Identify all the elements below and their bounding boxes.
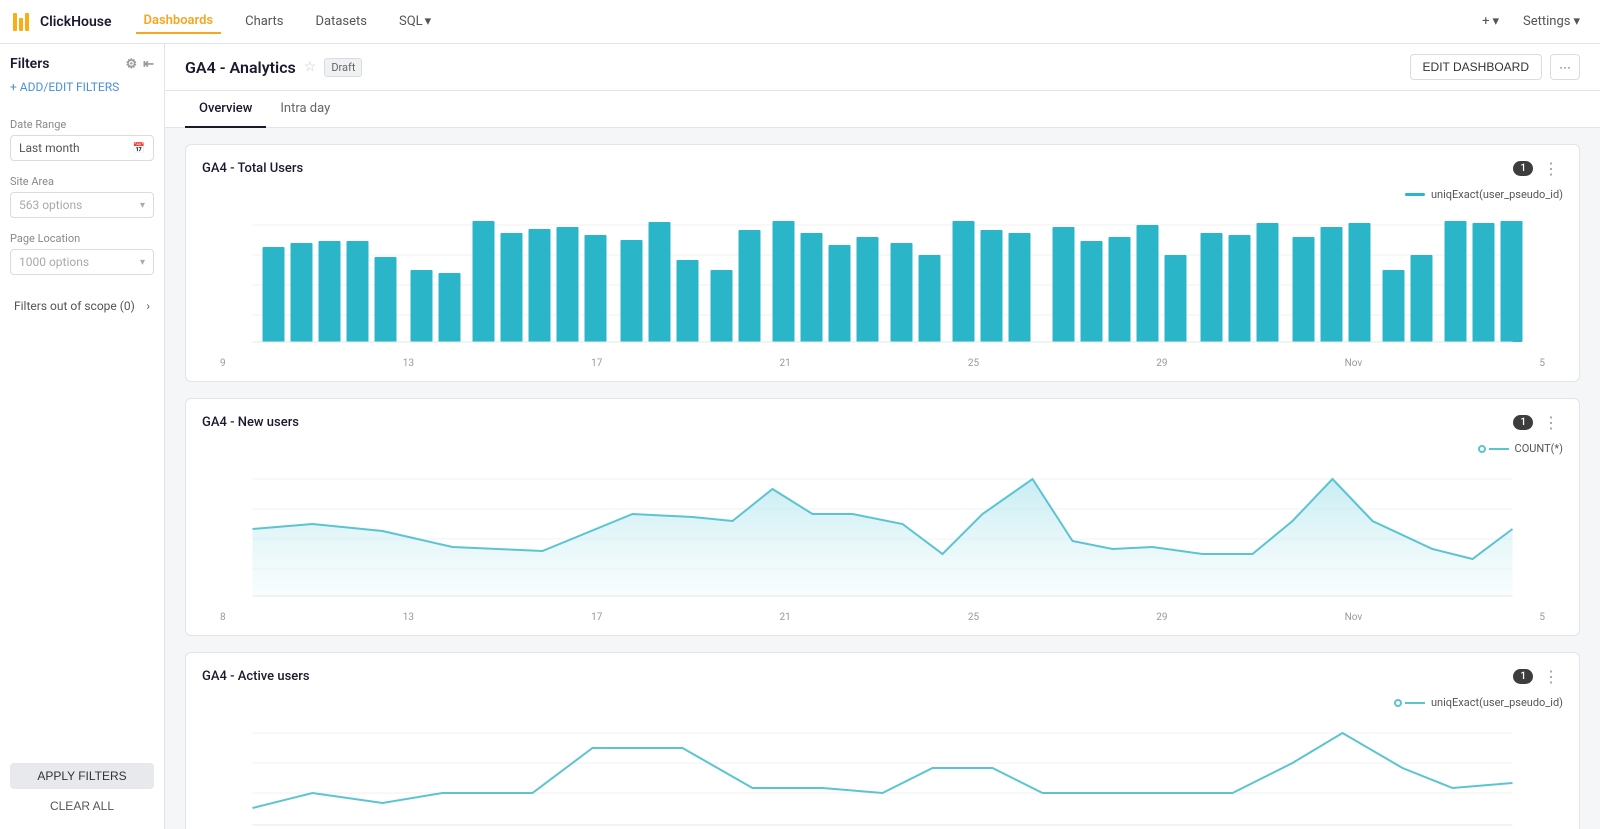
sidebar-filters: Filters ⚙ ⇤ + ADD/EDIT FILTERS Date Rang… [0,44,165,829]
chart-active-users: GA4 - Active users 1 ⋮ uniqExact(user_ps… [185,652,1580,829]
page-location-label: Page Location [10,232,154,245]
nav-sql[interactable]: SQL ▾ [391,10,439,33]
legend-new-users-dot [1478,445,1486,453]
legend-active-users-dot [1394,699,1402,707]
add-dropdown-icon: ▾ [1492,14,1499,29]
settings-dropdown-icon: ▾ [1573,14,1580,29]
bar-chart-x-axis: 9 13 17 21 25 29 Nov 5 [210,354,1555,369]
chart-total-users-title: GA4 - Total Users [202,161,303,176]
settings-button[interactable]: Settings ▾ [1515,10,1588,33]
top-navigation: ClickHouse Dashboards Charts Datasets SQ… [0,0,1600,44]
chart-new-users-title: GA4 - New users [202,415,299,430]
logo-area: ClickHouse [12,11,112,33]
chart-total-users-legend: uniqExact(user_pseudo_id) [202,188,1563,201]
favorite-star-icon[interactable]: ☆ [304,59,317,75]
area-chart-new-users-svg [210,459,1555,604]
legend-active-users-label: uniqExact(user_pseudo_id) [1431,696,1563,709]
site-area-select[interactable]: 563 options ▾ [10,192,154,218]
tab-intra-day[interactable]: Intra day [266,91,344,128]
legend-bar-color [1405,193,1425,196]
chart-active-users-header: GA4 - Active users 1 ⋮ [202,665,1563,688]
more-options-button[interactable]: ··· [1550,54,1580,80]
add-edit-filters-link[interactable]: + ADD/EDIT FILTERS [10,80,154,94]
charts-container: GA4 - Total Users 1 ⋮ uniqExact(user_pse… [165,128,1600,829]
chart-total-users-header: GA4 - Total Users 1 ⋮ [202,157,1563,180]
main-content: GA4 - Analytics ☆ Draft EDIT DASHBOARD ·… [165,44,1600,829]
sidebar-title-icons: ⚙ ⇤ [125,57,154,72]
chart-new-users: GA4 - New users 1 ⋮ COUNT(*) [185,398,1580,636]
edit-dashboard-button[interactable]: EDIT DASHBOARD [1410,54,1542,80]
chart-total-users-query-badge: 1 [1513,161,1533,176]
site-area-dropdown-icon: ▾ [140,200,145,211]
chart-active-users-query-badge: 1 [1513,669,1533,684]
date-range-label: Date Range [10,118,154,131]
chart-new-users-menu-icon[interactable]: ⋮ [1539,411,1563,434]
area-chart-new-users-x-axis: 8 13 17 21 25 29 Nov 5 [210,608,1555,623]
nav-datasets[interactable]: Datasets [308,10,376,33]
add-button[interactable]: + ▾ [1474,10,1507,33]
bar-chart-svg [210,205,1555,350]
apply-filters-button[interactable]: APPLY FILTERS [10,763,154,789]
legend-total-users-label: uniqExact(user_pseudo_id) [1431,188,1563,201]
dashboard-title: GA4 - Analytics [185,58,296,77]
date-range-select[interactable]: Last month 📅 [10,135,154,161]
chart-new-users-header: GA4 - New users 1 ⋮ [202,411,1563,434]
chart-active-users-title: GA4 - Active users [202,669,310,684]
nav-charts[interactable]: Charts [237,10,291,33]
chart-active-users-menu-icon[interactable]: ⋮ [1539,665,1563,688]
logo-text: ClickHouse [40,14,112,30]
site-area-label: Site Area [10,175,154,188]
sidebar-title-row: Filters ⚙ ⇤ [10,56,154,72]
chart-new-users-actions: 1 ⋮ [1513,411,1563,434]
nav-dashboards[interactable]: Dashboards [136,9,222,34]
chart-new-users-legend: COUNT(*) [202,442,1563,455]
chart-active-users-actions: 1 ⋮ [1513,665,1563,688]
chart-total-users: GA4 - Total Users 1 ⋮ uniqExact(user_pse… [185,144,1580,382]
tab-overview[interactable]: Overview [185,91,266,128]
date-range-calendar-icon: 📅 [133,143,145,154]
sidebar-footer: APPLY FILTERS CLEAR ALL [10,751,154,817]
content-header: GA4 - Analytics ☆ Draft EDIT DASHBOARD ·… [165,44,1600,91]
collapse-icon[interactable]: ⇤ [143,57,154,72]
dashboard-title-area: GA4 - Analytics ☆ Draft [185,58,362,77]
legend-active-users-line [1405,702,1425,704]
tabs-row: Overview Intra day [165,91,1600,128]
clear-all-button[interactable]: CLEAR ALL [10,795,154,817]
line-chart-active-users-svg [210,713,1555,829]
page-location-select[interactable]: 1000 options ▾ [10,249,154,275]
legend-new-users-line [1489,448,1509,450]
draft-badge: Draft [324,58,362,77]
chart-new-users-query-badge: 1 [1513,415,1533,430]
chart-total-users-actions: 1 ⋮ [1513,157,1563,180]
sql-dropdown-icon: ▾ [425,14,432,29]
filters-out-chevron-icon: › [146,299,150,313]
page-location-dropdown-icon: ▾ [140,257,145,268]
header-actions: EDIT DASHBOARD ··· [1410,54,1580,80]
main-layout: Filters ⚙ ⇤ + ADD/EDIT FILTERS Date Rang… [0,44,1600,829]
legend-new-users-label: COUNT(*) [1515,442,1563,455]
topnav-right-actions: + ▾ Settings ▾ [1474,10,1588,33]
chart-total-users-menu-icon[interactable]: ⋮ [1539,157,1563,180]
settings-icon[interactable]: ⚙ [125,57,137,72]
chart-active-users-legend: uniqExact(user_pseudo_id) [202,696,1563,709]
filters-out-of-scope[interactable]: Filters out of scope (0) › [10,293,154,319]
sidebar-title-text: Filters [10,56,49,72]
clickhouse-logo [12,11,34,33]
